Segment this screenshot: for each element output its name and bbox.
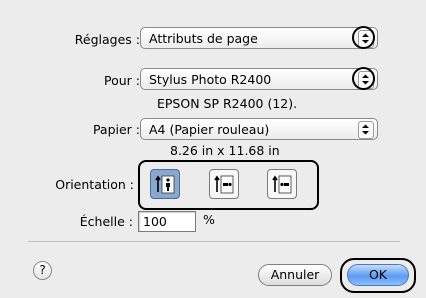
scale-input[interactable]: 100: [138, 211, 196, 232]
portrait-person-icon: [155, 175, 175, 194]
scale-label: Échelle :: [79, 214, 133, 229]
format-for-arrow-highlight: [352, 67, 375, 90]
paper-popup[interactable]: A4 (Papier rouleau): [140, 118, 378, 140]
orientation-label: Orientation :: [55, 177, 134, 192]
ok-highlight: [340, 258, 416, 293]
divider: [28, 241, 400, 242]
settings-popup[interactable]: Attributs de page: [140, 27, 378, 49]
settings-label: Réglages :: [74, 32, 140, 47]
scale-unit: %: [203, 212, 215, 227]
landscape-right-person-icon: [272, 175, 292, 194]
paper-value: A4 (Papier rouleau): [149, 122, 270, 137]
orientation-landscape-left-button[interactable]: [209, 169, 239, 199]
paper-dimensions: 8.26 in x 11.68 in: [170, 143, 280, 158]
settings-value: Attributs de page: [149, 31, 258, 46]
orientation-landscape-right-button[interactable]: [267, 169, 297, 199]
question-icon: ?: [39, 263, 46, 277]
orientation-portrait-button[interactable]: [150, 169, 180, 199]
format-for-value: Stylus Photo R2400: [149, 72, 272, 87]
up-down-arrows-icon: [358, 121, 374, 139]
settings-arrow-highlight: [352, 26, 375, 49]
format-for-label: Pour :: [104, 73, 140, 88]
help-button[interactable]: ?: [33, 261, 52, 280]
format-for-popup[interactable]: Stylus Photo R2400: [140, 68, 378, 90]
printer-description: EPSON SP R2400 (12).: [157, 96, 298, 111]
cancel-button[interactable]: Annuler: [258, 264, 332, 286]
paper-label: Papier :: [92, 122, 140, 137]
landscape-left-person-icon: [214, 175, 234, 194]
